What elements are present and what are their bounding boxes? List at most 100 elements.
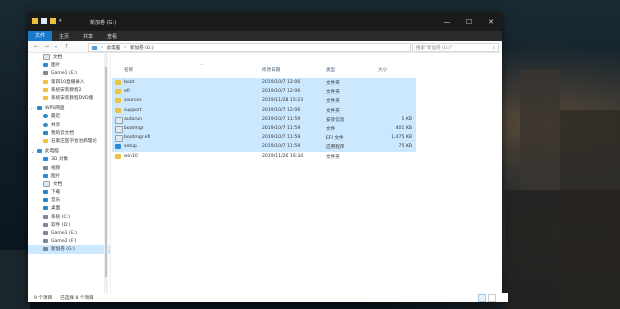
- recent-icon: [43, 114, 48, 119]
- sidebar-item-folder[interactable]: 第四10直播录入: [28, 78, 110, 86]
- file-row-setup[interactable]: setup 2019/10/7 11:59 应用程序 75 KB: [112, 142, 416, 152]
- sidebar-item-share[interactable]: 共享: [28, 121, 110, 129]
- cube-icon: [43, 157, 48, 162]
- column-header-size[interactable]: 大小: [378, 67, 387, 73]
- file-row-efi[interactable]: efi 2019/10/7 12:06 文件夹: [112, 87, 416, 97]
- sidebar-item-pictures[interactable]: 图片: [28, 172, 110, 180]
- chevron-down-icon[interactable]: ▾: [59, 18, 65, 24]
- file-type: 文件夹: [326, 154, 340, 160]
- folder-icon: [43, 79, 48, 84]
- file-row-boot[interactable]: boot 2019/10/7 12:06 文件夹: [112, 78, 416, 88]
- tab-file[interactable]: 文件: [28, 31, 53, 41]
- sidebar-item-cloud-docs[interactable]: 我的云文档: [28, 129, 110, 137]
- properties-icon[interactable]: [41, 18, 47, 24]
- tab-share[interactable]: 共享: [76, 33, 100, 40]
- large-icons-view-button[interactable]: [488, 294, 496, 302]
- sidebar-item-3d-objects[interactable]: 3D 对象: [28, 155, 110, 163]
- column-header-modified[interactable]: 修改日期: [262, 67, 280, 73]
- sidebar-item-this-pc[interactable]: ⌄ 此电脑: [28, 147, 110, 155]
- sidebar-item-folder[interactable]: 石家庄医学会治病理论: [28, 137, 110, 145]
- tab-home[interactable]: 主页: [52, 33, 76, 40]
- folder-icon: [115, 89, 121, 95]
- file-icon: [115, 125, 123, 133]
- sidebar-item-documents[interactable]: 文档: [28, 180, 110, 188]
- sidebar-item-folder[interactable]: 系统安装教程DVD版: [28, 94, 110, 102]
- sidebar-item-drive-f[interactable]: Game2 (F:): [28, 237, 110, 245]
- sidebar-item-music[interactable]: 音乐: [28, 196, 110, 204]
- recent-locations-icon[interactable]: ▾: [55, 44, 57, 49]
- drive-icon: [43, 231, 48, 236]
- window-controls: — ☐ ✕: [436, 12, 502, 31]
- sidebar-item-folder[interactable]: 系统安装教程2: [28, 86, 110, 94]
- sidebar-item-drive-g[interactable]: 新加卷 (G:): [28, 245, 110, 254]
- breadcrumb-drive[interactable]: 新加卷 (G:): [130, 45, 153, 51]
- file-name: efi: [124, 89, 130, 95]
- chevron-right-icon[interactable]: ›: [31, 106, 36, 111]
- close-button[interactable]: ✕: [480, 12, 502, 31]
- forward-button[interactable]: →: [44, 43, 49, 50]
- document-icon: [43, 180, 50, 187]
- maximize-button[interactable]: ☐: [458, 12, 480, 31]
- sidebar-item-drive-d[interactable]: 软件 (D:): [28, 221, 110, 229]
- file-row-bootmgr-efi[interactable]: bootmgr.efi 2019/10/7 11:59 EFI 文件 1,475 KB: [112, 133, 416, 143]
- sidebar-item-label: 系统安装教程2: [51, 87, 82, 93]
- drive-icon: [43, 247, 48, 252]
- chevron-down-icon[interactable]: ⌄: [31, 149, 36, 154]
- sidebar-item-label: 此电脑: [45, 149, 59, 155]
- settings-file-icon: [115, 116, 123, 124]
- sidebar-scrollbar[interactable]: [104, 53, 108, 293]
- details-view-button[interactable]: [478, 294, 486, 302]
- navigation-pane: 文档✦ 图片✦ Game1 (E:)✦ 第四10直播录入 系统安装教程2 系统安…: [28, 53, 111, 293]
- new-folder-icon[interactable]: [50, 18, 56, 24]
- sidebar-item-label: 文档: [53, 181, 63, 187]
- column-header-name[interactable]: 名称: [124, 67, 133, 73]
- breadcrumb-this-pc[interactable]: 此电脑: [107, 45, 121, 51]
- sidebar-item-videos[interactable]: 视频: [28, 163, 110, 171]
- window-title: 新加卷 (G:): [90, 20, 117, 26]
- sidebar-item-label: Game2 (F:): [51, 238, 77, 244]
- sidebar-item-label: Game1 (E:): [51, 70, 78, 76]
- navigation-bar: ← → ▾ ↑ › 此电脑 › 新加卷 (G:) 搜索"新加卷 (G:)" ⌕: [28, 41, 502, 53]
- sidebar-item-drive-c[interactable]: 系统 (C:): [28, 213, 110, 221]
- up-button[interactable]: ↑: [64, 43, 69, 50]
- computer-icon: [92, 45, 97, 50]
- tab-view[interactable]: 查看: [100, 33, 124, 40]
- sidebar-item-pictures-pinned[interactable]: 图片✦: [28, 61, 110, 69]
- sidebar-item-desktop[interactable]: 桌面: [28, 204, 110, 212]
- sidebar-item-wps-cloud[interactable]: › WPS网盘: [28, 104, 110, 112]
- file-name: support: [124, 107, 142, 113]
- file-type: 文件: [326, 126, 336, 132]
- file-type: 文件夹: [326, 99, 340, 105]
- search-input[interactable]: 搜索"新加卷 (G:)" ⌕: [412, 43, 499, 52]
- file-name: bootmgr.efi: [124, 135, 151, 141]
- minimize-button[interactable]: —: [436, 12, 458, 31]
- folder-icon: [43, 87, 48, 92]
- sidebar-item-recent[interactable]: 最近: [28, 112, 110, 120]
- sidebar-item-label: 文档: [53, 55, 63, 61]
- folder-icon[interactable]: [32, 18, 38, 24]
- sidebar-item-label: 3D 对象: [51, 157, 69, 163]
- file-type: 文件夹: [326, 90, 340, 96]
- file-row-support[interactable]: support 2019/10/7 12:06 文件夹: [112, 105, 416, 115]
- file-row-bootmgr[interactable]: bootmgr 2019/10/7 11:59 文件 401 KB: [112, 123, 416, 134]
- file-type: EFI 文件: [326, 136, 344, 142]
- sidebar-item-documents-pinned[interactable]: 文档✦: [28, 53, 110, 61]
- back-button[interactable]: ←: [34, 43, 39, 50]
- file-row-autorun[interactable]: autorun 2019/10/7 11:59 安装信息 1 KB: [112, 114, 416, 124]
- column-header-type[interactable]: 类型: [326, 67, 335, 73]
- drive-icon: [43, 222, 48, 227]
- address-bar[interactable]: › 此电脑 › 新加卷 (G:): [88, 43, 411, 52]
- sidebar-item-game1-pinned[interactable]: Game1 (E:)✦: [28, 69, 110, 77]
- sidebar-item-downloads[interactable]: 下载: [28, 188, 110, 196]
- file-row-sources[interactable]: sources 2019/11/28 15:23 文件夹: [112, 96, 416, 106]
- sidebar-item-label: 共享: [51, 122, 61, 128]
- scrollbar-thumb[interactable]: [105, 67, 107, 277]
- sidebar-item-drive-e[interactable]: Game1 (E:): [28, 229, 110, 237]
- drive-icon: [43, 214, 48, 219]
- breadcrumb-separator-icon: ›: [101, 45, 103, 50]
- file-name: setup: [124, 144, 137, 150]
- sidebar-item-label: 石家庄医学会治病理论: [51, 138, 97, 144]
- file-row-win10[interactable]: win10 2019/11/26 16:34 文件夹: [112, 152, 416, 161]
- file-modified: 2019/10/7 11:59: [262, 135, 301, 141]
- selected-count: 已选择 8 个项目: [60, 295, 94, 301]
